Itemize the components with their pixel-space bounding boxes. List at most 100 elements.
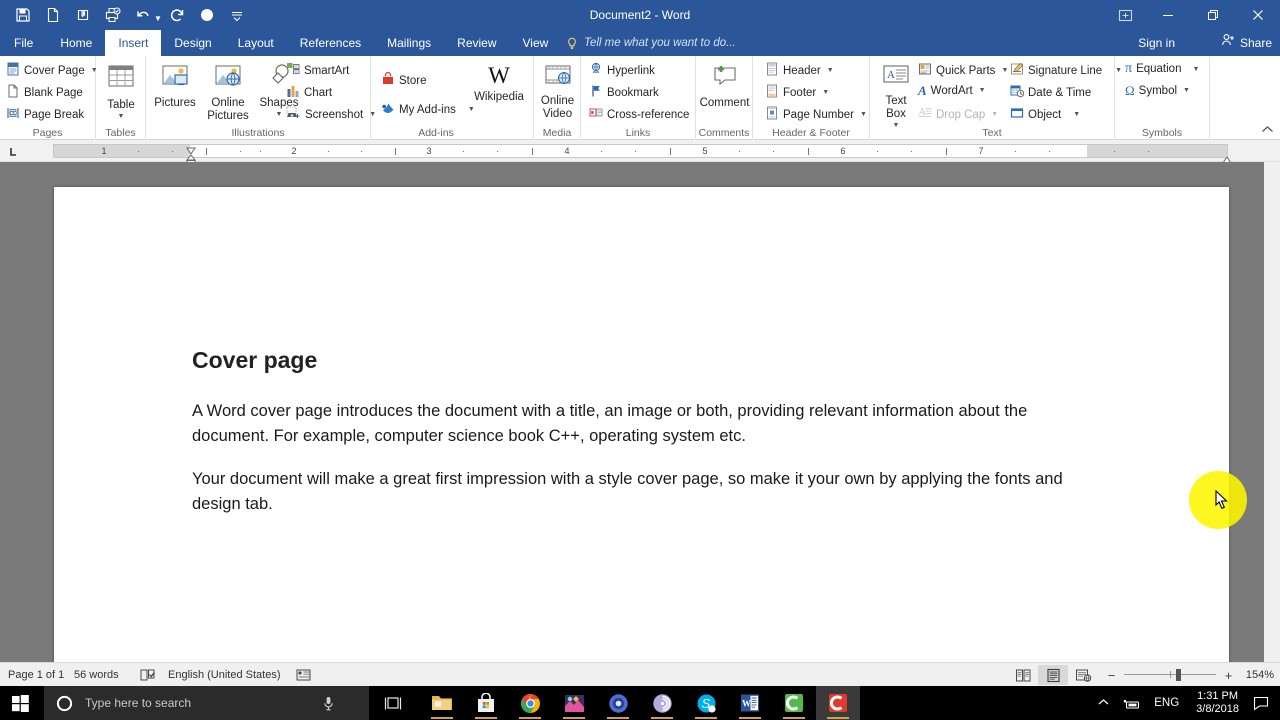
file-explorer-icon[interactable] [420, 686, 464, 720]
zoom-slider-thumb[interactable] [1176, 669, 1181, 681]
camtasia-studio-icon[interactable] [772, 686, 816, 720]
chevron-down-icon[interactable]: ▼ [822, 89, 829, 96]
right-indent-marker[interactable] [1222, 152, 1232, 164]
chart-button[interactable]: Chart [286, 84, 332, 101]
language-indicator[interactable]: ENG [1147, 697, 1186, 709]
footer-button[interactable]: Footer ▼ [765, 84, 829, 101]
symbol-button[interactable]: Ω Symbol ▼ [1125, 84, 1190, 97]
chevron-down-icon[interactable]: ▼ [468, 106, 475, 113]
skype-icon[interactable]: S [684, 686, 728, 720]
browser-icon[interactable] [596, 686, 640, 720]
vertical-scrollbar[interactable] [1264, 162, 1280, 662]
text-box-button[interactable]: A Text Box ▼ [874, 64, 918, 129]
search-input[interactable]: Type here to search [44, 686, 369, 720]
chevron-down-icon[interactable]: ▼ [860, 111, 867, 118]
tab-insert[interactable]: Insert [105, 30, 162, 56]
print-preview-icon[interactable] [98, 1, 128, 29]
equation-button[interactable]: π Equation ▼ [1125, 62, 1199, 76]
share-button[interactable]: Share [1221, 30, 1272, 56]
page-indicator[interactable]: Page 1 of 1 [8, 663, 64, 687]
save-icon[interactable] [8, 1, 38, 29]
redo-icon[interactable] [162, 1, 192, 29]
language-indicator[interactable]: English (United States) [168, 663, 281, 687]
network-icon[interactable] [1116, 697, 1147, 710]
tab-home[interactable]: Home [47, 30, 105, 56]
date-time-button[interactable]: Date & Time [1010, 84, 1091, 101]
chevron-down-icon[interactable]: ▼ [979, 87, 986, 94]
cover-page-button[interactable]: Cover Page ▼ [6, 62, 98, 79]
header-button[interactable]: Header ▼ [765, 62, 834, 79]
print-layout-view-button[interactable] [1038, 665, 1068, 685]
microsoft-store-icon[interactable] [464, 686, 508, 720]
new-document-icon[interactable] [38, 1, 68, 29]
horizontal-ruler[interactable]: 1 2 3 4 5 6 7 [53, 144, 1228, 158]
online-video-button[interactable]: Online Video [534, 64, 581, 121]
drop-cap-button[interactable]: A Drop Cap ▼ [918, 106, 999, 123]
tab-view[interactable]: View [510, 30, 562, 56]
google-chrome-icon[interactable] [508, 686, 552, 720]
restore-button[interactable] [1190, 0, 1235, 30]
chevron-down-icon[interactable]: ▼ [1073, 111, 1080, 118]
store-button[interactable]: Store [381, 71, 427, 89]
quick-parts-button[interactable]: Quick Parts ▼ [918, 62, 1008, 79]
my-addins-button[interactable]: My Add-ins ▼ [381, 101, 475, 118]
chevron-down-icon[interactable]: ▼ [276, 111, 283, 118]
zoom-slider[interactable] [1124, 668, 1216, 682]
tab-mailings[interactable]: Mailings [374, 30, 444, 56]
word-icon[interactable]: W [728, 686, 772, 720]
record-icon[interactable] [192, 1, 222, 29]
ribbon-display-options-icon[interactable] [1105, 0, 1145, 30]
chevron-down-icon[interactable]: ▼ [827, 67, 834, 74]
sign-in-button[interactable]: Sign in [1138, 30, 1175, 56]
zoom-out-button[interactable]: − [1106, 668, 1117, 683]
document-canvas[interactable]: Cover page A Word cover page introduces … [0, 162, 1280, 667]
tab-file[interactable]: File [0, 30, 48, 56]
close-button[interactable] [1235, 0, 1280, 30]
tab-stop-selector[interactable] [4, 142, 22, 160]
chevron-down-icon[interactable]: ▼ [1192, 66, 1199, 73]
minimize-button[interactable] [1145, 0, 1190, 30]
tab-layout[interactable]: Layout [225, 30, 287, 56]
tell-me-search[interactable]: Tell me what you want to do... [566, 30, 736, 56]
zoom-in-button[interactable]: + [1223, 668, 1234, 683]
wikipedia-button[interactable]: W Wikipedia [471, 64, 527, 104]
hyperlink-button[interactable]: Hyperlink [589, 62, 655, 79]
page-break-button[interactable]: Page Break [6, 106, 84, 123]
tab-references[interactable]: References [287, 30, 374, 56]
object-button[interactable]: Object ▼ [1010, 106, 1080, 123]
page-number-button[interactable]: Page Number ▼ [765, 106, 867, 123]
photos-icon[interactable] [552, 686, 596, 720]
online-pictures-button[interactable]: Online Pictures [202, 64, 254, 123]
task-view-button[interactable] [376, 686, 410, 720]
cross-reference-button[interactable]: Cross-reference [589, 106, 689, 123]
camtasia-recorder-icon[interactable] [816, 686, 860, 720]
signature-line-button[interactable]: Signature Line ▼ [1010, 62, 1122, 79]
bittorrent-icon[interactable] [640, 686, 684, 720]
collapse-ribbon-icon[interactable] [1261, 125, 1274, 137]
chevron-down-icon[interactable]: ▼ [1001, 67, 1008, 74]
show-hidden-icons-chevron[interactable] [1091, 697, 1116, 709]
action-center-icon[interactable] [1249, 696, 1280, 711]
table-button[interactable]: Table ▼ [96, 64, 146, 120]
chevron-down-icon[interactable]: ▼ [118, 113, 125, 120]
pictures-button[interactable]: Pictures [150, 64, 200, 110]
touch-mode-icon[interactable] [68, 1, 98, 29]
hanging-indent-marker[interactable] [185, 151, 197, 164]
chevron-down-icon[interactable]: ▼ [1183, 87, 1190, 94]
read-mode-view-button[interactable] [1008, 665, 1038, 685]
wordart-button[interactable]: A WordArt ▼ [918, 84, 986, 97]
zoom-level[interactable]: 154% [1240, 669, 1274, 681]
tab-review[interactable]: Review [444, 30, 509, 56]
customize-qat-icon[interactable] [222, 1, 252, 29]
bookmark-button[interactable]: Bookmark [589, 84, 659, 101]
undo-dropdown-icon[interactable]: ▼ [154, 14, 162, 23]
blank-page-button[interactable]: Blank Page [6, 84, 83, 101]
screenshot-button[interactable]: Screenshot ▼ [286, 106, 376, 123]
smartart-button[interactable]: SmartArt [286, 62, 349, 79]
start-button[interactable] [0, 686, 40, 720]
first-line-indent-marker[interactable] [186, 142, 196, 155]
comment-button[interactable]: Comment [696, 64, 753, 110]
document-page[interactable]: Cover page A Word cover page introduces … [54, 187, 1229, 667]
microphone-icon[interactable] [322, 696, 335, 711]
chevron-down-icon[interactable]: ▼ [991, 111, 998, 118]
